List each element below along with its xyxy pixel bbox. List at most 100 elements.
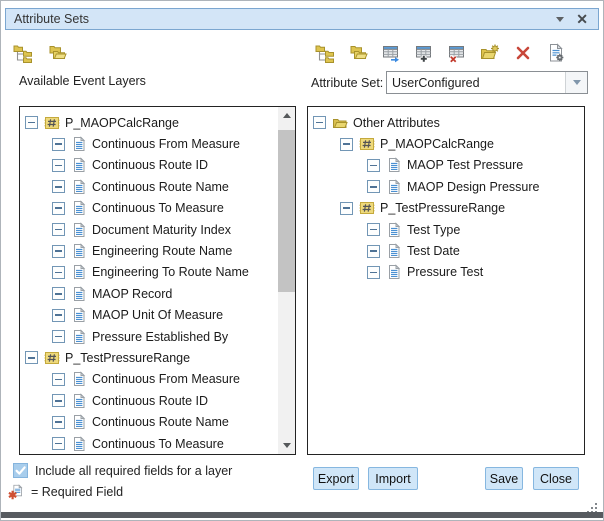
collapse-minus-toggle[interactable] — [367, 180, 380, 193]
collapse-minus-toggle[interactable] — [340, 138, 353, 151]
tree-item-engineering-to-route-name[interactable]: Engineering To Route Name — [20, 262, 278, 283]
tree-item-test-date[interactable]: Test Date — [308, 240, 584, 261]
collapse-minus-toggle[interactable] — [52, 245, 65, 258]
tree-item-label: Continuous Route Name — [92, 415, 229, 429]
collapse-minus-toggle[interactable] — [340, 202, 353, 215]
event-layer-hash-icon — [44, 350, 60, 366]
folder-pair-icon[interactable] — [348, 43, 368, 63]
document-field-icon — [71, 243, 87, 259]
collapse-minus-toggle[interactable] — [52, 223, 65, 236]
collapse-minus-toggle[interactable] — [52, 287, 65, 300]
tree-item-label: P_TestPressureRange — [380, 201, 505, 215]
collapse-minus-toggle[interactable] — [52, 180, 65, 193]
tree-item-continuous-route-name[interactable]: Continuous Route Name — [20, 411, 278, 432]
titlebar[interactable]: Attribute Sets ✕ — [5, 8, 599, 30]
close-icon[interactable]: ✕ — [576, 12, 588, 26]
tree-item-pressure-test[interactable]: Pressure Test — [308, 262, 584, 283]
document-field-icon — [71, 179, 87, 195]
save-button[interactable]: Save — [485, 467, 523, 490]
document-field-icon — [71, 307, 87, 323]
attribute-set-panel: Other Attributes P_MAOPCalcRange MAOP Te… — [307, 106, 585, 455]
tree-item-continuous-route-id[interactable]: Continuous Route ID — [20, 390, 278, 411]
tree-item-p-testpressurerange[interactable]: P_TestPressureRange — [20, 347, 278, 368]
include-required-row: Include all required fields for a layer — [13, 463, 232, 478]
collapse-minus-toggle[interactable] — [367, 245, 380, 258]
scroll-up-icon[interactable] — [278, 107, 295, 124]
required-field-label: = Required Field — [31, 485, 123, 499]
collapse-caret-icon[interactable] — [556, 17, 564, 22]
document-field-icon — [386, 222, 402, 238]
tree-item-p-maopcalcrange[interactable]: P_MAOPCalcRange — [308, 133, 584, 154]
collapse-minus-toggle[interactable] — [52, 394, 65, 407]
dropdown-button[interactable] — [565, 72, 587, 93]
close-button[interactable]: Close — [533, 467, 579, 490]
tree-item-p-maopcalcrange[interactable]: P_MAOPCalcRange — [20, 112, 278, 133]
tree-item-maop-record[interactable]: MAOP Record — [20, 283, 278, 304]
tree-item-test-type[interactable]: Test Type — [308, 219, 584, 240]
collapse-minus-toggle[interactable] — [367, 266, 380, 279]
attribute-set-dropdown[interactable]: UserConfigured — [386, 71, 588, 94]
required-field-legend: ✱ = Required Field — [9, 483, 123, 501]
scroll-down-icon[interactable] — [278, 437, 295, 454]
event-layer-hash-icon — [359, 136, 375, 152]
import-button[interactable]: Import — [368, 467, 418, 490]
collapse-minus-toggle[interactable] — [367, 159, 380, 172]
vertical-scrollbar[interactable] — [278, 107, 295, 454]
collapse-minus-toggle[interactable] — [52, 309, 65, 322]
document-field-icon — [386, 179, 402, 195]
collapse-minus-toggle[interactable] — [52, 138, 65, 151]
collapse-minus-toggle[interactable] — [25, 351, 38, 364]
scrollbar-thumb[interactable] — [278, 130, 295, 292]
tree-item-label: Other Attributes — [353, 116, 440, 130]
collapse-minus-toggle[interactable] — [52, 330, 65, 343]
collapse-minus-toggle[interactable] — [52, 373, 65, 386]
collapse-minus-toggle[interactable] — [25, 116, 38, 129]
create-attribute-set-icon[interactable] — [13, 43, 33, 63]
tree-item-label: Continuous To Measure — [92, 437, 224, 451]
tree-item-maop-test-pressure[interactable]: MAOP Test Pressure — [308, 155, 584, 176]
delete-x-icon[interactable] — [513, 43, 533, 63]
attribute-set-tree-icon[interactable] — [315, 43, 335, 63]
tree-item-continuous-route-id[interactable]: Continuous Route ID — [20, 155, 278, 176]
tree-item-engineering-route-name[interactable]: Engineering Route Name — [20, 240, 278, 261]
document-gear-icon[interactable] — [546, 43, 566, 63]
open-folder-icon — [332, 115, 348, 131]
collapse-minus-toggle[interactable] — [52, 266, 65, 279]
tree-item-p-testpressurerange[interactable]: P_TestPressureRange — [308, 198, 584, 219]
table-remove-icon[interactable] — [447, 43, 467, 63]
tree-item-label: Engineering To Route Name — [92, 265, 249, 279]
tree-item-document-maturity-index[interactable]: Document Maturity Index — [20, 219, 278, 240]
folder-gear-icon[interactable] — [480, 43, 500, 63]
document-field-icon — [71, 264, 87, 280]
tree-item-pressure-established-by[interactable]: Pressure Established By — [20, 326, 278, 347]
include-required-checkbox[interactable] — [13, 463, 28, 478]
tree-item-maop-unit-of-measure[interactable]: MAOP Unit Of Measure — [20, 305, 278, 326]
collapse-minus-toggle[interactable] — [52, 437, 65, 450]
attribute-set-dropdown-value: UserConfigured — [387, 76, 565, 90]
tree-item-label: P_MAOPCalcRange — [380, 137, 494, 151]
tree-item-continuous-to-measure[interactable]: Continuous To Measure — [20, 433, 278, 454]
open-folder-icon[interactable] — [47, 43, 67, 63]
attribute-set-tree: Other Attributes P_MAOPCalcRange MAOP Te… — [308, 107, 584, 283]
export-button[interactable]: Export — [313, 467, 359, 490]
table-export-icon[interactable] — [381, 43, 401, 63]
tree-item-other-attributes[interactable]: Other Attributes — [308, 112, 584, 133]
document-field-icon — [71, 393, 87, 409]
tree-item-maop-design-pressure[interactable]: MAOP Design Pressure — [308, 176, 584, 197]
tree-item-continuous-from-measure[interactable]: Continuous From Measure — [20, 133, 278, 154]
document-field-icon — [71, 222, 87, 238]
tree-item-label: Test Date — [407, 244, 460, 258]
tree-item-label: MAOP Unit Of Measure — [92, 308, 223, 322]
collapse-minus-toggle[interactable] — [313, 116, 326, 129]
collapse-minus-toggle[interactable] — [52, 202, 65, 215]
collapse-minus-toggle[interactable] — [367, 223, 380, 236]
collapse-minus-toggle[interactable] — [52, 159, 65, 172]
tree-item-continuous-route-name[interactable]: Continuous Route Name — [20, 176, 278, 197]
attribute-set-label: Attribute Set: — [311, 76, 383, 90]
collapse-minus-toggle[interactable] — [52, 416, 65, 429]
dialog-title: Attribute Sets — [6, 12, 556, 26]
tree-item-continuous-from-measure[interactable]: Continuous From Measure — [20, 369, 278, 390]
tree-item-continuous-to-measure[interactable]: Continuous To Measure — [20, 198, 278, 219]
table-add-icon[interactable] — [414, 43, 434, 63]
tree-item-label: Document Maturity Index — [92, 223, 231, 237]
